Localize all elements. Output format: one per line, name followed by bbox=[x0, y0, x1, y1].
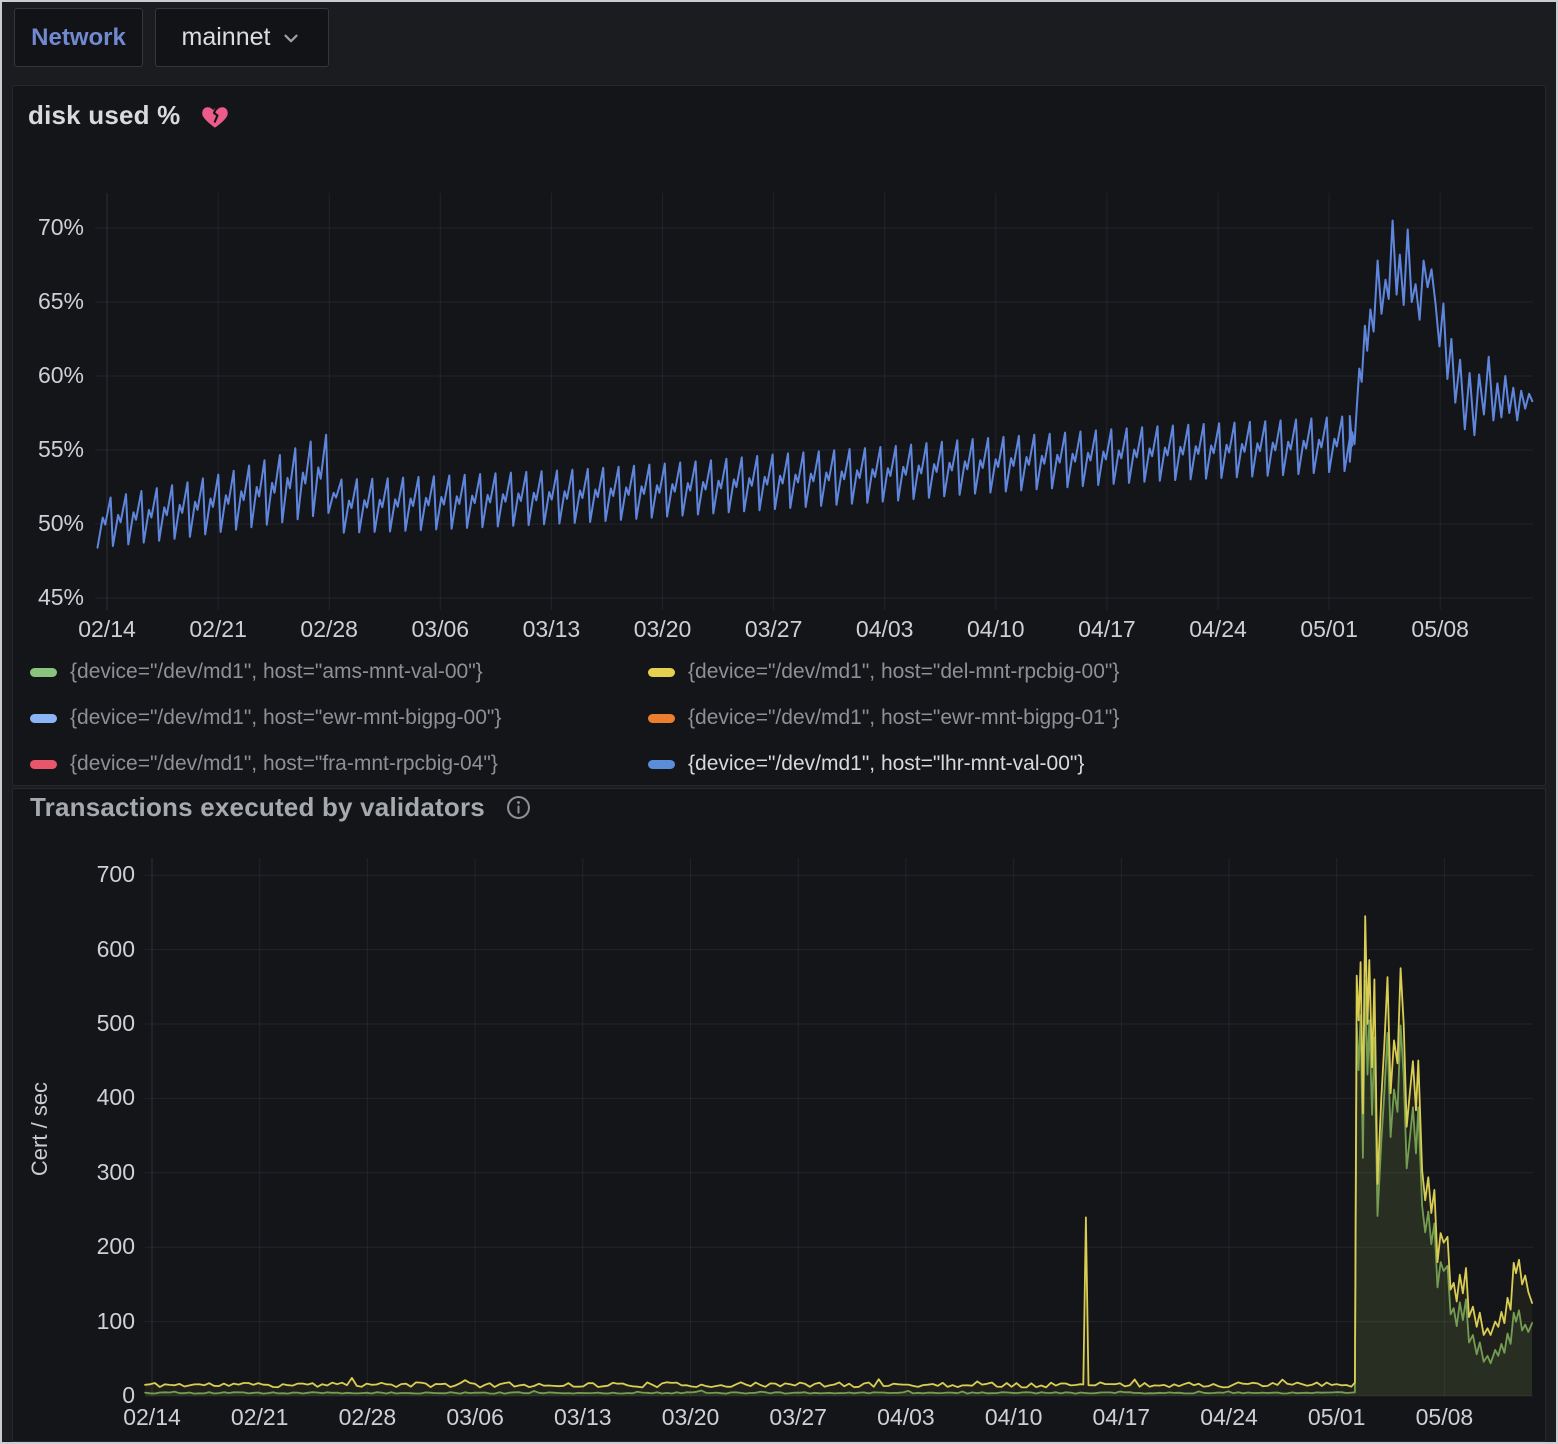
xtick-label: 02/21 bbox=[163, 616, 273, 643]
network-value: mainnet bbox=[182, 23, 271, 52]
xtick-label: 03/06 bbox=[420, 1404, 530, 1431]
ytick-label: 500 bbox=[45, 1010, 135, 1037]
disk-used-title: disk used % bbox=[28, 100, 180, 131]
transactions-panel bbox=[12, 788, 1546, 1442]
ytick-label: 100 bbox=[45, 1308, 135, 1335]
xtick-label: 02/28 bbox=[274, 616, 384, 643]
legend-item-0[interactable]: {device="/dev/md1", host="ams-mnt-val-00… bbox=[30, 649, 648, 695]
legend-swatch bbox=[30, 760, 57, 769]
transactions-title: Transactions executed by validators bbox=[30, 792, 485, 823]
xtick-label: 02/14 bbox=[52, 616, 162, 643]
ytick-label: 70% bbox=[0, 214, 84, 241]
xtick-label: 04/03 bbox=[830, 616, 940, 643]
xtick-label: 05/08 bbox=[1389, 1404, 1499, 1431]
ytick-label: 65% bbox=[0, 288, 84, 315]
xtick-label: 03/06 bbox=[385, 616, 495, 643]
xtick-label: 04/10 bbox=[959, 1404, 1069, 1431]
xtick-label: 02/28 bbox=[312, 1404, 422, 1431]
xtick-label: 03/20 bbox=[636, 1404, 746, 1431]
legend-label: {device="/dev/md1", host="ewr-mnt-bigpg-… bbox=[688, 706, 1119, 730]
legend-item-5[interactable]: {device="/dev/md1", host="lhr-mnt-val-00… bbox=[648, 741, 1530, 787]
network-variable-dropdown[interactable]: mainnet bbox=[155, 8, 329, 67]
legend-label: {device="/dev/md1", host="ewr-mnt-bigpg-… bbox=[70, 706, 501, 730]
xtick-label: 04/10 bbox=[941, 616, 1051, 643]
disk-used-legend: {device="/dev/md1", host="ams-mnt-val-00… bbox=[30, 649, 1530, 787]
xtick-label: 04/03 bbox=[851, 1404, 961, 1431]
xtick-label: 03/20 bbox=[608, 616, 718, 643]
grafana-dashboard: Network mainnet disk used % Transactions… bbox=[0, 0, 1558, 1444]
legend-swatch bbox=[648, 760, 675, 769]
xtick-label: 03/27 bbox=[719, 616, 829, 643]
legend-label: {device="/dev/md1", host="ams-mnt-val-00… bbox=[70, 660, 483, 684]
ytick-label: 55% bbox=[0, 436, 84, 463]
transactions-panel-header[interactable]: Transactions executed by validators bbox=[30, 792, 532, 823]
chevron-down-icon bbox=[280, 27, 302, 49]
xtick-label: 04/24 bbox=[1163, 616, 1273, 643]
xtick-label: 03/13 bbox=[496, 616, 606, 643]
xtick-label: 05/08 bbox=[1385, 616, 1495, 643]
xtick-label: 04/17 bbox=[1052, 616, 1162, 643]
ytick-label: 400 bbox=[45, 1084, 135, 1111]
y-axis-title: Cert / sec bbox=[27, 1029, 57, 1229]
ytick-label: 200 bbox=[45, 1233, 135, 1260]
xtick-label: 04/24 bbox=[1174, 1404, 1284, 1431]
ytick-label: 45% bbox=[0, 584, 84, 611]
legend-item-4[interactable]: {device="/dev/md1", host="fra-mnt-rpcbig… bbox=[30, 741, 648, 787]
legend-swatch bbox=[648, 714, 675, 723]
xtick-label: 05/01 bbox=[1282, 1404, 1392, 1431]
xtick-label: 02/14 bbox=[97, 1404, 207, 1431]
ytick-label: 60% bbox=[0, 362, 84, 389]
xtick-label: 03/27 bbox=[743, 1404, 853, 1431]
legend-label: {device="/dev/md1", host="lhr-mnt-val-00… bbox=[688, 752, 1084, 776]
legend-label: {device="/dev/md1", host="fra-mnt-rpcbig… bbox=[70, 752, 498, 776]
legend-item-1[interactable]: {device="/dev/md1", host="del-mnt-rpcbig… bbox=[648, 649, 1530, 695]
legend-item-2[interactable]: {device="/dev/md1", host="ewr-mnt-bigpg-… bbox=[30, 695, 648, 741]
xtick-label: 04/17 bbox=[1066, 1404, 1176, 1431]
legend-swatch bbox=[30, 714, 57, 723]
info-icon[interactable] bbox=[505, 794, 532, 821]
xtick-label: 03/13 bbox=[528, 1404, 638, 1431]
xtick-label: 02/21 bbox=[205, 1404, 315, 1431]
ytick-label: 600 bbox=[45, 936, 135, 963]
ytick-label: 50% bbox=[0, 510, 84, 537]
legend-swatch bbox=[30, 668, 57, 677]
legend-swatch bbox=[648, 668, 675, 677]
legend-label: {device="/dev/md1", host="del-mnt-rpcbig… bbox=[688, 660, 1119, 684]
legend-item-3[interactable]: {device="/dev/md1", host="ewr-mnt-bigpg-… bbox=[648, 695, 1530, 741]
xtick-label: 05/01 bbox=[1274, 616, 1384, 643]
ytick-label: 300 bbox=[45, 1159, 135, 1186]
disk-used-panel-header[interactable]: disk used % bbox=[28, 100, 230, 131]
network-label: Network bbox=[31, 24, 126, 52]
network-variable-label: Network bbox=[14, 8, 143, 67]
ytick-label: 700 bbox=[45, 861, 135, 888]
broken-heart-icon bbox=[200, 101, 230, 131]
